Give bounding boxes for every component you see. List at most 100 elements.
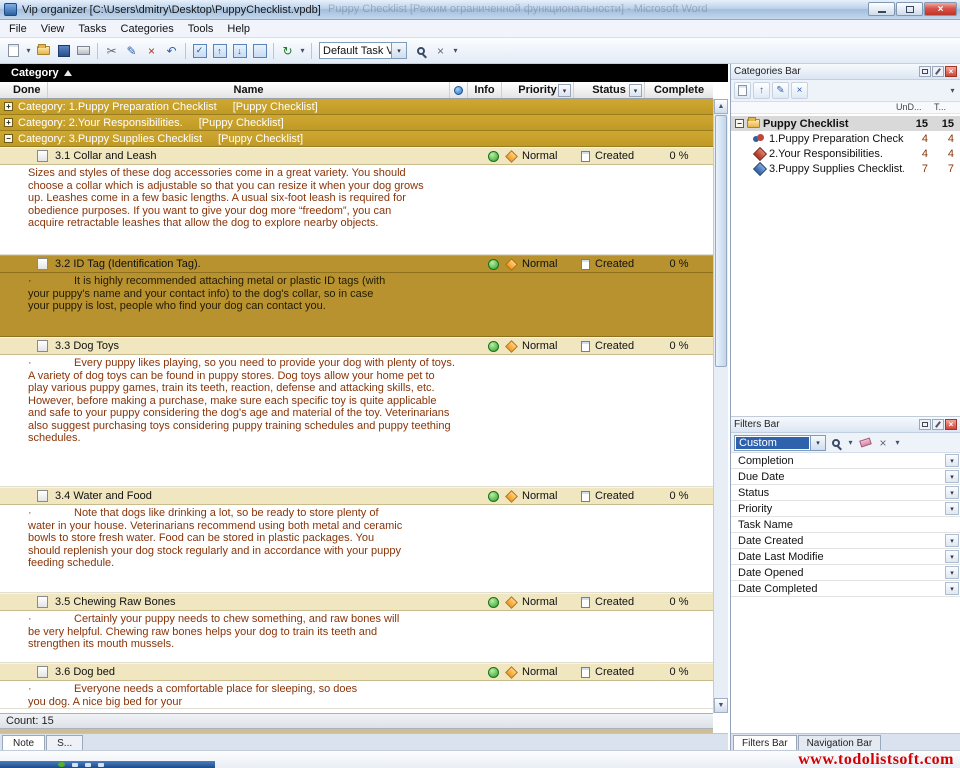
scroll-up-arrow[interactable]: ▲ [714,99,728,114]
task-checkbox[interactable] [37,596,48,608]
task-checkbox[interactable] [37,258,48,270]
filter-row-date-completed[interactable]: Date Completed▾ [731,581,960,597]
column-icon-header[interactable] [450,82,468,98]
priority-cell[interactable]: Normal [502,148,574,164]
new-category-button[interactable] [734,82,751,99]
move-category-up-button[interactable]: ↑ [753,82,770,99]
edit-task-button[interactable]: ✎ [122,41,141,60]
save-button[interactable] [54,41,73,60]
menu-categories[interactable]: Categories [114,21,181,37]
clear-filter-button[interactable] [857,435,873,451]
column-done[interactable]: Done [0,82,48,98]
expand-icon[interactable]: + [4,102,13,111]
filter-row-completion[interactable]: Completion▾ [731,453,960,469]
filter-value-dropdown[interactable]: ▾ [945,454,959,467]
category-row-1[interactable]: + Category: 1.Puppy Preparation Checklis… [0,99,713,115]
filter-row-task-name[interactable]: Task Name▾ [731,517,960,533]
task-checkbox[interactable] [37,666,48,678]
status-filter-dropdown[interactable]: ▾ [629,84,642,97]
column-info[interactable]: Info [468,82,502,98]
filter-row-date-opened[interactable]: Date Opened▾ [731,565,960,581]
task-name[interactable]: 3.5 Chewing Raw Bones [48,594,450,610]
task-row[interactable]: 3.6 Dog bed Normal Created 0 % [0,663,713,681]
tree-category-row[interactable]: 2.Your Responsibilities. 4 4 [731,146,960,161]
maximize-button[interactable] [896,2,923,16]
undo-button[interactable]: ↶ [162,41,181,60]
collapse-icon[interactable]: − [4,134,13,143]
task-row[interactable]: 3.1 Collar and Leash Normal Created 0 % [0,147,713,165]
new-task-button[interactable] [4,41,23,60]
filter-row-status[interactable]: Status▾ [731,485,960,501]
close-button[interactable]: × [924,2,957,16]
tree-category-row[interactable]: 3.Puppy Supplies Checklist. 7 7 [731,161,960,176]
tree-category-row[interactable]: 1.Puppy Preparation Checklist 4 4 [731,131,960,146]
refresh-button[interactable]: ↻ [278,41,297,60]
scroll-down-arrow[interactable]: ▼ [714,698,728,713]
move-task-down-button[interactable]: ↓ [230,41,249,60]
filter-value-dropdown[interactable]: ▾ [945,582,959,595]
filter-row-due-date[interactable]: Due Date▾ [731,469,960,485]
task-row-selected[interactable]: 3.2 ID Tag (Identification Tag). Normal … [0,255,713,273]
new-task-dropdown[interactable]: ▾ [24,46,33,55]
edit-filter-button[interactable] [828,435,844,451]
priority-cell[interactable]: Normal [502,488,574,504]
move-task-up-button[interactable]: ↑ [210,41,229,60]
filter-row-date-last-modified[interactable]: Date Last Modifie▾ [731,549,960,565]
cut-button[interactable]: ✂ [102,41,121,60]
scrollbar-thumb[interactable] [715,115,727,367]
priority-cell[interactable]: Normal [502,338,574,354]
priority-cell[interactable]: Normal [502,256,574,272]
edit-category-button[interactable]: ✎ [772,82,789,99]
task-row[interactable]: 3.3 Dog Toys Normal Created 0 % [0,337,713,355]
complete-task-button[interactable]: ✓ [190,41,209,60]
task-checkbox[interactable] [37,490,48,502]
clear-view-button[interactable]: × [431,41,450,60]
filter-dropdown[interactable]: ▾ [846,438,855,447]
filter-value-dropdown[interactable]: ▾ [945,566,959,579]
close-panel-button[interactable]: × [945,66,957,77]
close-panel-button[interactable]: × [945,419,957,430]
filter-row-date-created[interactable]: Date Created▾ [731,533,960,549]
tab-note[interactable]: Note [2,735,45,750]
filter-preset-combobox[interactable]: Custom ▾ [734,435,826,451]
delete-category-button[interactable]: × [791,82,808,99]
vertical-scrollbar[interactable]: ▲ ▼ [713,99,728,713]
pin-panel-button[interactable] [932,419,944,430]
priority-cell[interactable]: Normal [502,594,574,610]
minimize-button[interactable] [868,2,895,16]
column-name[interactable]: Name [48,82,450,98]
column-total[interactable]: T... [934,102,960,113]
task-view-combobox[interactable]: Default Task V ▾ [319,42,407,59]
status-cell[interactable]: Created [574,594,645,610]
category-row-3[interactable]: − Category: 3.Puppy Supplies Checklist [… [0,131,713,147]
task-info-button[interactable] [250,41,269,60]
status-cell[interactable]: Created [574,338,645,354]
complete-cell[interactable]: 0 % [645,488,713,504]
column-status[interactable]: Status ▾ [574,82,645,98]
delete-task-button[interactable]: × [142,41,161,60]
status-cell[interactable]: Created [574,148,645,164]
delete-filter-button[interactable]: × [875,435,891,451]
priority-filter-dropdown[interactable]: ▾ [558,84,571,97]
pin-panel-button[interactable] [932,66,944,77]
complete-cell[interactable]: 0 % [645,148,713,164]
complete-cell[interactable]: 0 % [645,338,713,354]
complete-cell[interactable]: 0 % [645,664,713,680]
column-complete[interactable]: Complete [645,82,713,98]
categories-more-dropdown[interactable]: ▾ [948,86,957,95]
status-cell[interactable]: Created [574,256,645,272]
filter-preset-dropdown[interactable]: ▾ [810,436,825,450]
category-group-tab[interactable]: Category [2,67,81,79]
float-panel-button[interactable] [919,66,931,77]
toolbar-more-dropdown[interactable]: ▾ [451,46,460,55]
filter-value-dropdown[interactable]: ▾ [945,486,959,499]
task-view-dropdown[interactable]: ▾ [391,43,406,58]
open-button[interactable] [34,41,53,60]
column-undone[interactable]: UnD... [896,102,934,113]
expand-icon[interactable]: + [4,118,13,127]
task-checkbox[interactable] [37,340,48,352]
task-name[interactable]: 3.2 ID Tag (Identification Tag). [48,256,450,272]
task-row[interactable]: 3.4 Water and Food Normal Created 0 % [0,487,713,505]
menu-tools[interactable]: Tools [181,21,221,37]
task-name[interactable]: 3.4 Water and Food [48,488,450,504]
